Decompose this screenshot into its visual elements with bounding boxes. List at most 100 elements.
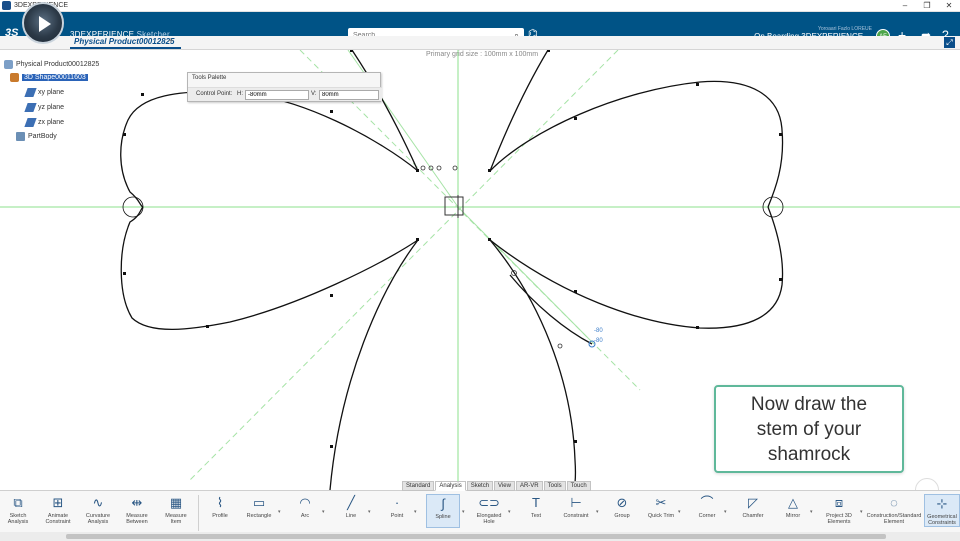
spline-button[interactable]: ∫ Spline	[426, 494, 460, 528]
chamfer-button[interactable]: ◸ Chamfer	[738, 494, 768, 519]
text-button[interactable]: T Text	[522, 494, 550, 519]
compass-icon[interactable]	[22, 2, 64, 44]
tab-physical-product[interactable]: Physical Product00012825	[70, 37, 181, 49]
tab-standard[interactable]: Standard	[402, 481, 435, 491]
mirror-button[interactable]: △ Mirror	[778, 494, 808, 519]
origin-box[interactable]	[444, 196, 464, 216]
play-icon	[39, 16, 51, 32]
tab-analysis[interactable]: Analysis	[435, 481, 466, 491]
scrollbar-thumb[interactable]	[66, 534, 886, 539]
leaf-top-right-upper-curve[interactable]	[489, 50, 549, 172]
leaf-bottom-left-lower-curve[interactable]	[329, 239, 419, 490]
tree-item-xy-plane[interactable]: xy plane	[24, 88, 64, 97]
leaf-top-left-outline[interactable]	[120, 90, 419, 208]
v-value-input[interactable]	[319, 90, 379, 100]
add-tab-icon[interactable]: +	[168, 36, 174, 47]
point-button[interactable]: · Point	[382, 494, 412, 519]
tree-root[interactable]: Physical Product00012825	[4, 60, 99, 69]
tab-ar-vr[interactable]: AR-VR	[515, 481, 543, 491]
dimension-label-b: -80	[594, 338, 603, 344]
leaf-top-left-upper-curve[interactable]	[351, 50, 419, 172]
tab-sketch[interactable]: Sketch	[466, 481, 494, 491]
window-title-bar: 3DEXPERIENCE – ❐ ✕	[0, 0, 960, 12]
animate-constraint-icon: ⊞	[52, 495, 64, 510]
horizontal-scrollbar[interactable]	[0, 532, 960, 541]
profile-icon: ⌇	[216, 495, 224, 510]
button-label: Spline	[435, 514, 451, 520]
sketch-analysis-button[interactable]: ⧉ Sketch Analysis	[4, 494, 32, 525]
button-label: Quick Trim	[647, 513, 675, 519]
construction-standard-button[interactable]: ◌ Construction/Standard Element	[866, 494, 922, 525]
corner-button[interactable]: ⌒ Corner	[692, 494, 722, 519]
control-points[interactable]	[123, 50, 782, 448]
restore-button[interactable]: ❐	[916, 0, 938, 12]
rectangle-dropdown-icon[interactable]: ▾	[278, 509, 281, 515]
quick-trim-button[interactable]: ✂ Quick Trim	[646, 494, 676, 519]
line-button[interactable]: ╱ Line	[336, 494, 366, 519]
tab-bar: Physical Product00012825 + ⤢	[0, 36, 960, 50]
profile-button[interactable]: ⌇ Profile	[206, 494, 234, 519]
project-dropdown-icon[interactable]: ▾	[860, 509, 863, 515]
leaf-bottom-left-outline[interactable]	[120, 206, 419, 330]
button-label: Group	[614, 513, 630, 519]
tree-item-zx-plane[interactable]: zx plane	[24, 118, 64, 127]
button-label: Constraint	[563, 513, 589, 519]
tree-item-yz-plane[interactable]: yz plane	[24, 103, 64, 112]
hole-dropdown-icon[interactable]: ▾	[508, 509, 511, 515]
button-label: Curvature Analysis	[85, 513, 111, 525]
tree-shape-label: 3D Shape00011603	[22, 74, 88, 81]
spline-dropdown-icon[interactable]: ▾	[462, 509, 465, 515]
maximize-icon[interactable]: ⤢	[944, 37, 955, 48]
tree-shape[interactable]: 3D Shape00011603	[10, 73, 88, 82]
button-label: Elongated Hole	[476, 513, 502, 525]
corner-dropdown-icon[interactable]: ▾	[724, 509, 727, 515]
geometrical-constraints-icon: ⊹	[936, 496, 948, 511]
animate-constraint-button[interactable]: ⊞ Animate Constraint	[42, 494, 74, 525]
button-label: Rectangle	[246, 513, 272, 519]
group-icon: ⊘	[616, 495, 628, 510]
leaf-bottom-right-lower-curve[interactable]	[489, 239, 577, 490]
minimize-button[interactable]: –	[894, 0, 916, 12]
arc-icon: ◠	[299, 495, 311, 510]
leaf-bottom-right-outline[interactable]	[489, 206, 784, 329]
tab-tools[interactable]: Tools	[543, 481, 566, 491]
point-dropdown-icon[interactable]: ▾	[414, 509, 417, 515]
geometrical-constraints-button[interactable]: ⊹ Geometrical Constraints	[924, 494, 960, 527]
constraint-icon: ⊢	[570, 495, 582, 510]
tab-view[interactable]: View	[494, 481, 515, 491]
leaf-top-right-outline[interactable]	[489, 80, 784, 208]
project-3d-elements-button[interactable]: ⧈ Project 3D Elements	[818, 494, 860, 525]
trim-dropdown-icon[interactable]: ▾	[678, 509, 681, 515]
elongated-hole-button[interactable]: ⊂⊃ Elongated Hole	[472, 494, 506, 525]
app-icon	[2, 1, 11, 10]
constraint-button[interactable]: ⊢ Constraint	[558, 494, 594, 519]
button-label: Animate Constraint	[45, 513, 71, 525]
button-label: Line	[345, 513, 357, 519]
line-dropdown-icon[interactable]: ▾	[368, 509, 371, 515]
diagonal-construction-2	[189, 50, 619, 481]
construction-icon: ◌	[890, 495, 898, 510]
h-value-input[interactable]	[245, 90, 309, 100]
rectangle-button[interactable]: ▭ Rectangle	[242, 494, 276, 519]
point-icon: ·	[394, 495, 400, 510]
button-label: Project 3D Elements	[826, 513, 852, 525]
mirror-dropdown-icon[interactable]: ▾	[810, 509, 813, 515]
palette-row: Control Point: H: V:	[188, 87, 382, 101]
measure-item-button[interactable]: ▦ Measure Item	[162, 494, 190, 525]
h-label: H:	[237, 91, 243, 97]
constraint-dropdown-icon[interactable]: ▾	[596, 509, 599, 515]
group-button[interactable]: ⊘ Group	[608, 494, 636, 519]
tree-item-partbody[interactable]: PartBody	[16, 132, 57, 141]
callout-text: Now draw the stem of your shamrock	[750, 393, 868, 465]
sketch-analysis-icon: ⧉	[13, 495, 23, 510]
arc-button[interactable]: ◠ Arc	[290, 494, 320, 519]
measure-between-button[interactable]: ⇹ Measure Between	[122, 494, 152, 525]
arc-dropdown-icon[interactable]: ▾	[322, 509, 325, 515]
tools-palette[interactable]: Tools Palette Control Point: H: V:	[187, 72, 382, 102]
close-button[interactable]: ✕	[938, 0, 960, 12]
elongated-hole-icon: ⊂⊃	[478, 495, 500, 510]
button-label: Measure Between	[126, 513, 148, 525]
curvature-analysis-button[interactable]: ∿ Curvature Analysis	[84, 494, 112, 525]
tab-touch[interactable]: Touch	[566, 481, 591, 491]
palette-title: Tools Palette	[192, 75, 227, 81]
